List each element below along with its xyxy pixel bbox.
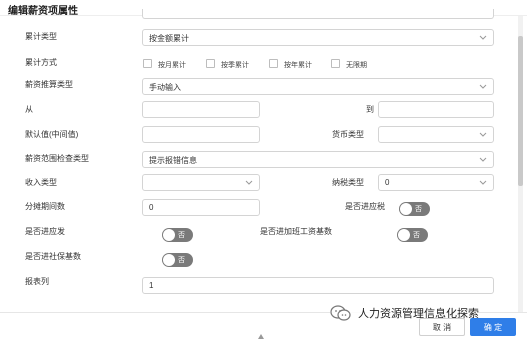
- accumulation-type-label: 累计类型: [25, 32, 57, 41]
- calc-type-select[interactable]: 手动输入: [142, 78, 494, 95]
- payable-toggle-text: 否: [178, 232, 185, 239]
- payable-toggle[interactable]: 否: [162, 228, 193, 242]
- report-column-label: 报表列: [25, 277, 49, 286]
- cutoff-field[interactable]: [142, 9, 494, 19]
- tax-type-select[interactable]: 0: [378, 174, 494, 191]
- accumulation-method-label: 累计方式: [25, 58, 57, 67]
- taxable-toggle[interactable]: 否: [399, 202, 430, 216]
- from-input[interactable]: [142, 101, 260, 118]
- income-type-select[interactable]: [142, 174, 260, 191]
- default-value-label: 默认值(中间值): [25, 130, 79, 139]
- checkbox-quarterly[interactable]: [206, 59, 215, 68]
- scrollbar[interactable]: [518, 16, 523, 312]
- accumulation-type-select[interactable]: 按金额累计: [142, 29, 494, 46]
- overtime-base-toggle[interactable]: 否: [397, 228, 428, 242]
- scrollbar-thumb[interactable]: [518, 36, 523, 186]
- range-check-type-label: 薪资范围检查类型: [25, 154, 89, 163]
- to-input[interactable]: [378, 101, 494, 118]
- overtime-base-toggle-text: 否: [413, 232, 420, 239]
- cancel-button[interactable]: 取 消: [419, 318, 465, 336]
- chevron-down-icon: [245, 180, 253, 185]
- ok-button[interactable]: 确 定: [470, 318, 516, 336]
- chevron-down-icon: [479, 84, 487, 89]
- wechat-logo-icon: [330, 305, 351, 321]
- chevron-down-icon: [479, 35, 487, 40]
- to-label: 到: [366, 105, 374, 114]
- chevron-down-icon: [479, 180, 487, 185]
- taxable-toggle-text: 否: [415, 206, 422, 213]
- checkbox-yearly[interactable]: [269, 59, 278, 68]
- checkbox-monthly-label: 按月累计: [158, 62, 186, 69]
- currency-type-label: 货币类型: [332, 130, 364, 139]
- checkbox-unlimited-label: 无限期: [346, 62, 367, 69]
- social-security-base-toggle[interactable]: 否: [162, 253, 193, 267]
- resize-handle-icon[interactable]: [258, 334, 264, 339]
- social-security-base-label: 是否进社保基数: [25, 252, 81, 261]
- checkbox-yearly-label: 按年累计: [284, 62, 312, 69]
- toggle-knob: [163, 229, 175, 241]
- income-type-label: 收入类型: [25, 178, 57, 187]
- currency-type-select[interactable]: [378, 126, 494, 143]
- amortization-periods-input[interactable]: 0: [142, 199, 260, 216]
- from-label: 从: [25, 105, 33, 114]
- checkbox-unlimited[interactable]: [331, 59, 340, 68]
- amortization-periods-label: 分摊期间数: [25, 202, 65, 211]
- tax-type-value: 0: [385, 178, 390, 187]
- calc-type-value: 手动输入: [149, 83, 181, 92]
- calc-type-label: 薪资推算类型: [25, 80, 73, 89]
- range-check-type-select[interactable]: 提示报错信息: [142, 151, 494, 168]
- report-column-value: 1: [149, 281, 154, 290]
- report-column-input[interactable]: 1: [142, 277, 494, 294]
- amortization-periods-value: 0: [149, 203, 154, 212]
- checkbox-monthly[interactable]: [143, 59, 152, 68]
- toggle-knob: [163, 254, 175, 266]
- taxable-label: 是否进应税: [345, 202, 385, 211]
- tax-type-label: 纳税类型: [332, 178, 364, 187]
- range-check-type-value: 提示报错信息: [149, 156, 197, 165]
- toggle-knob: [400, 203, 412, 215]
- payable-label: 是否进应发: [25, 227, 65, 236]
- checkbox-quarterly-label: 按季累计: [221, 62, 249, 69]
- toggle-knob: [398, 229, 410, 241]
- overtime-base-label: 是否进加班工资基数: [260, 227, 332, 236]
- chevron-down-icon: [479, 157, 487, 162]
- accumulation-type-value: 按金额累计: [149, 34, 189, 43]
- social-security-base-toggle-text: 否: [178, 257, 185, 264]
- chevron-down-icon: [479, 132, 487, 137]
- default-value-input[interactable]: [142, 126, 260, 143]
